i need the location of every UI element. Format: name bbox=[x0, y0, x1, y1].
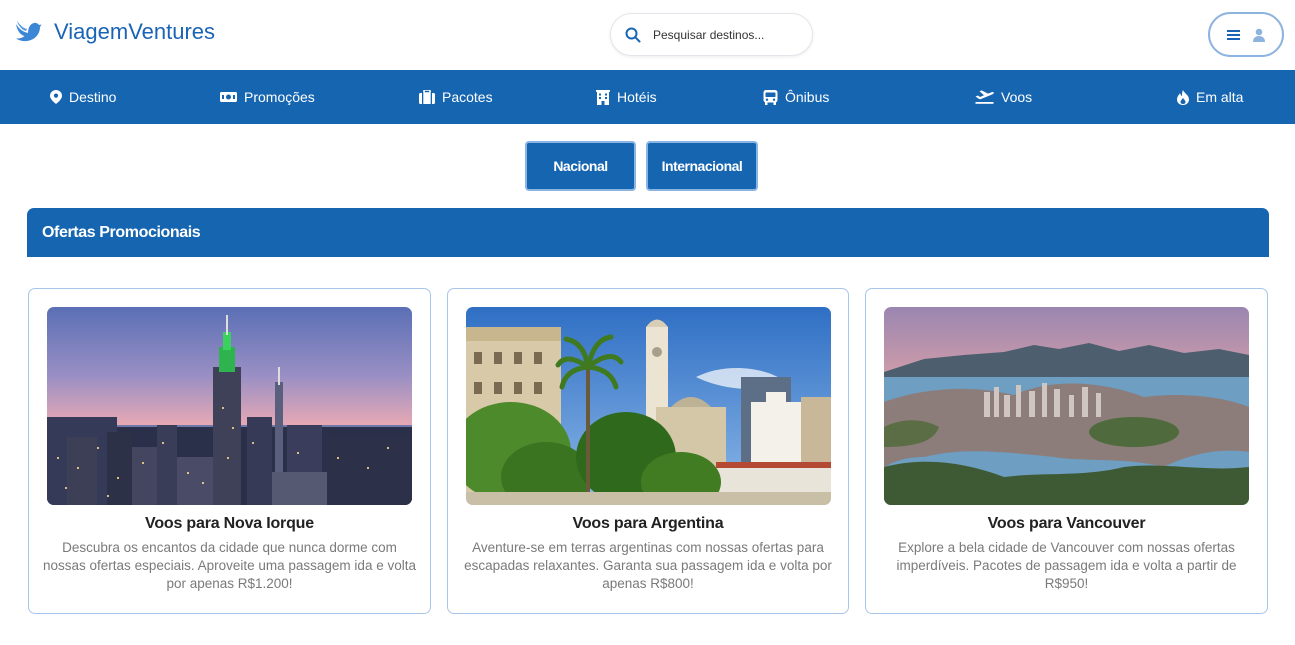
ticket-icon bbox=[220, 92, 237, 102]
bus-icon bbox=[763, 89, 778, 105]
nav-label: Voos bbox=[1001, 89, 1033, 105]
nav-item-voos[interactable]: Voos bbox=[975, 70, 1032, 124]
nav-item-promocoes[interactable]: Promoções bbox=[220, 70, 315, 124]
offer-card-vancouver[interactable]: Voos para Vancouver Explore a bela cidad… bbox=[865, 288, 1268, 614]
internacional-button[interactable]: Internacional bbox=[646, 141, 758, 191]
menu-icon bbox=[1226, 29, 1240, 40]
user-menu-button[interactable] bbox=[1208, 12, 1284, 57]
offer-card-nova-iorque[interactable]: Voos para Nova Iorque Descubra os encant… bbox=[28, 288, 431, 614]
card-title: Voos para Vancouver bbox=[987, 515, 1146, 532]
nav-label: Pacotes bbox=[442, 89, 493, 105]
main-nav: Destino Promoções Pacotes Hotéis Ônibus … bbox=[0, 70, 1295, 124]
nav-label: Em alta bbox=[1196, 89, 1244, 105]
nav-item-onibus[interactable]: Ônibus bbox=[763, 70, 829, 124]
hotel-icon bbox=[596, 89, 610, 105]
card-image-nova-iorque bbox=[47, 307, 412, 505]
suitcase-icon bbox=[419, 90, 435, 104]
nacional-button[interactable]: Nacional bbox=[525, 141, 636, 191]
search-box[interactable] bbox=[610, 13, 813, 56]
section-title: Ofertas Promocionais bbox=[42, 223, 201, 241]
card-description: Aventure-se em terras argentinas com nos… bbox=[464, 540, 832, 591]
nav-label: Destino bbox=[69, 89, 117, 105]
nav-item-destino[interactable]: Destino bbox=[50, 70, 116, 124]
nav-item-pacotes[interactable]: Pacotes bbox=[419, 70, 493, 124]
nav-label: Hotéis bbox=[617, 89, 657, 105]
map-pin-icon bbox=[50, 90, 62, 104]
card-description: Explore a bela cidade de Vancouver com n… bbox=[896, 540, 1237, 591]
plane-departure-icon bbox=[975, 90, 994, 104]
card-title: Voos para Argentina bbox=[572, 515, 724, 532]
nav-label: Promoções bbox=[244, 89, 315, 105]
nav-label: Ônibus bbox=[785, 89, 830, 105]
card-title: Voos para Nova Iorque bbox=[145, 515, 314, 532]
header: ViagemVentures bbox=[0, 0, 1295, 70]
search-icon bbox=[625, 27, 641, 42]
nav-item-em-alta[interactable]: Em alta bbox=[1177, 70, 1243, 124]
section-header: Ofertas Promocionais bbox=[27, 208, 1269, 257]
nav-item-hoteis[interactable]: Hotéis bbox=[596, 70, 657, 124]
brand-name: ViagemVentures bbox=[54, 19, 216, 44]
card-image-argentina bbox=[466, 307, 831, 505]
card-description: Descubra os encantos da cidade que nunca… bbox=[43, 540, 416, 591]
fire-icon bbox=[1177, 89, 1189, 105]
search-input[interactable] bbox=[653, 27, 803, 42]
brand-logo[interactable]: ViagemVentures bbox=[14, 18, 215, 46]
bird-icon bbox=[16, 21, 42, 42]
offer-card-argentina[interactable]: Voos para Argentina Aventure-se em terra… bbox=[447, 288, 849, 614]
card-image-vancouver bbox=[884, 307, 1249, 505]
user-icon bbox=[1252, 28, 1265, 42]
